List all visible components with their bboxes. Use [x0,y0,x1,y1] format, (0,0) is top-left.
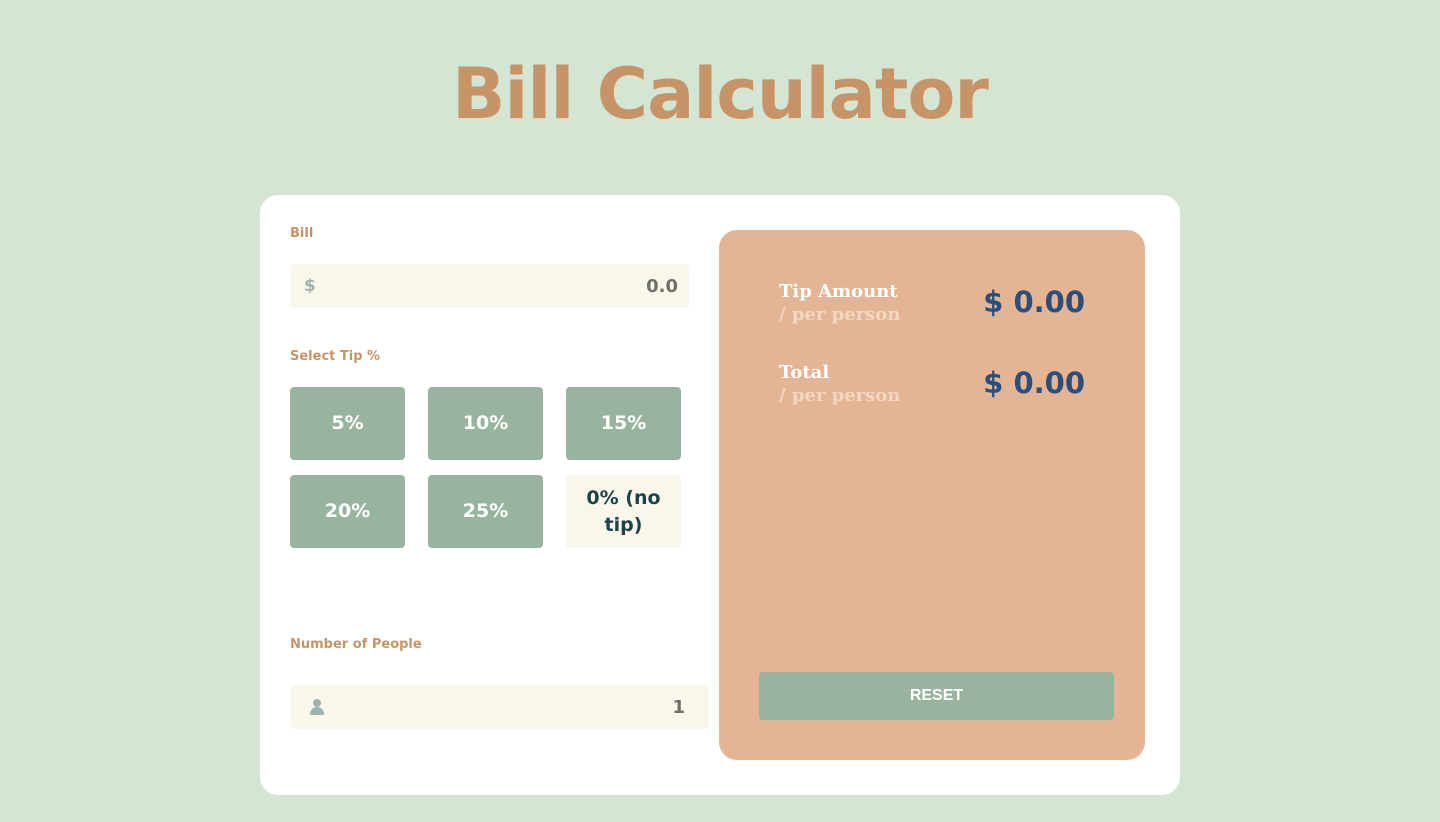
tip-button-no-tip[interactable]: 0% (no tip) [566,475,681,548]
bill-value: 0.0 [646,275,678,297]
tip-amount-sub: / per person [779,304,901,325]
tip-button-15[interactable]: 15% [566,387,681,460]
total-sub: / per person [779,385,901,406]
bill-label: Bill [290,226,314,241]
tip-label: Select Tip % [290,349,381,364]
tip-button-25[interactable]: 25% [428,475,543,548]
tip-amount-label: Tip Amount [779,281,898,302]
people-label: Number of People [290,637,422,652]
people-input[interactable]: 1 [290,685,709,729]
people-value: 1 [672,696,685,718]
total-label: Total [779,362,830,383]
tip-button-5[interactable]: 5% [290,387,405,460]
calculator-card: Bill $ 0.0 Select Tip % 5% 10% 15% 20% 2… [260,195,1180,795]
tip-button-20[interactable]: 20% [290,475,405,548]
bill-input[interactable]: $ 0.0 [290,264,689,308]
dollar-icon: $ [304,276,316,296]
page-title: Bill Calculator [452,53,989,135]
page: Bill Calculator Bill $ 0.0 Select Tip % … [0,0,1440,822]
results-panel: Tip Amount / per person $ 0.00 Total / p… [719,230,1145,760]
tip-button-10[interactable]: 10% [428,387,543,460]
tip-amount-value: $ 0.00 [983,285,1085,319]
total-value: $ 0.00 [983,366,1085,400]
reset-button[interactable]: RESET [759,672,1114,720]
person-icon [310,699,324,715]
